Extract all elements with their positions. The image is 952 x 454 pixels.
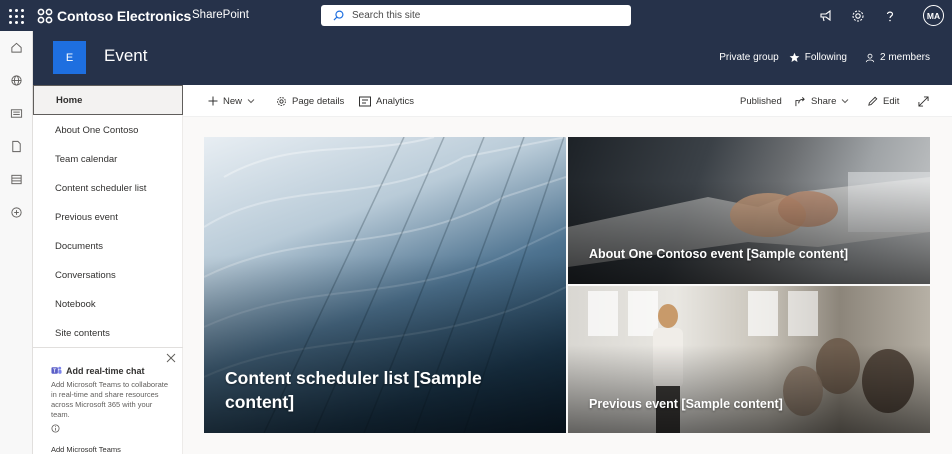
gear-icon[interactable]	[850, 8, 866, 24]
follow-label: Following	[804, 52, 847, 63]
search-input[interactable]	[352, 10, 602, 21]
share-icon	[795, 96, 805, 106]
nav-item-home[interactable]: Home	[33, 85, 183, 115]
add-teams-link[interactable]: Add Microsoft Teams	[51, 445, 179, 454]
site-title[interactable]: Event	[104, 46, 147, 66]
new-button[interactable]: New	[208, 85, 255, 117]
nav-item-content-scheduler-list[interactable]: Content scheduler list	[33, 173, 183, 203]
hero-tile[interactable]: About One Contoso event [Sample content]	[568, 137, 930, 284]
analytics-icon	[359, 96, 371, 106]
left-navigation: Home About One Contoso Team calendar Con…	[33, 85, 183, 454]
page-details-button[interactable]: Page details	[276, 85, 344, 117]
hero-tile[interactable]: Content scheduler list [Sample content]	[204, 137, 566, 433]
globe-icon[interactable]	[0, 64, 33, 97]
document-icon[interactable]	[0, 130, 33, 163]
hero-tile-caption[interactable]: Previous event [Sample content]	[589, 397, 783, 411]
search-icon	[333, 10, 344, 21]
chevron-down-icon	[247, 99, 255, 104]
brand-logo[interactable]: Contoso Electronics	[37, 5, 191, 27]
chat-card-title: Add real-time chat	[66, 365, 145, 376]
home-icon[interactable]	[0, 31, 33, 64]
hero-tile-caption[interactable]: About One Contoso event [Sample content]	[589, 247, 848, 261]
pencil-icon	[868, 96, 878, 106]
nav-divider	[33, 347, 183, 348]
app-launcher-icon[interactable]	[8, 8, 24, 24]
hero-tile[interactable]: Previous event [Sample content]	[568, 286, 930, 433]
brand-name: Contoso Electronics	[57, 8, 192, 24]
app-bar	[0, 31, 33, 454]
suite-bar: Contoso Electronics SharePoint MA	[0, 0, 952, 31]
hero-tile-caption[interactable]: Content scheduler list [Sample content]	[225, 366, 525, 414]
teams-chat-card: T Add real-time chat Add Microsoft Teams…	[51, 351, 179, 454]
nav-item-previous-event[interactable]: Previous event	[33, 202, 183, 232]
megaphone-icon[interactable]	[818, 8, 834, 24]
help-icon[interactable]	[882, 8, 898, 24]
add-circle-icon[interactable]	[0, 196, 33, 229]
nav-item-team-calendar[interactable]: Team calendar	[33, 144, 183, 174]
gear-icon	[277, 96, 286, 106]
analytics-button[interactable]: Analytics	[359, 85, 414, 117]
new-label: New	[223, 95, 243, 107]
share-button[interactable]: Share	[795, 85, 849, 117]
app-name[interactable]: SharePoint	[192, 9, 249, 21]
news-icon[interactable]	[0, 97, 33, 130]
expand-button[interactable]	[918, 85, 929, 117]
published-status: Published	[740, 95, 782, 107]
follow-button[interactable]: Following	[789, 52, 847, 63]
avatar[interactable]: MA	[923, 5, 944, 26]
nav-item-site-contents[interactable]: Site contents	[33, 318, 183, 348]
nav-item-documents[interactable]: Documents	[33, 231, 183, 261]
privacy-label: Private group	[719, 52, 779, 63]
members-label: 2 members	[879, 52, 930, 63]
nav-item-notebook[interactable]: Notebook	[33, 289, 183, 319]
add-icon	[208, 96, 218, 106]
expand-icon	[918, 95, 929, 107]
page-details-label: Page details	[292, 95, 345, 107]
nav-item-about-one-contoso[interactable]: About One Contoso	[33, 115, 183, 145]
star-icon	[789, 52, 800, 62]
chevron-down-icon	[842, 99, 849, 104]
chat-card-description: Add Microsoft Teams to collaborate in re…	[51, 380, 169, 419]
command-bar: New Page details Analytics Published Sha…	[183, 85, 952, 117]
members-button[interactable]: 2 members	[865, 52, 930, 63]
share-label: Share	[811, 95, 837, 107]
person-icon	[865, 53, 875, 62]
search-box[interactable]	[321, 5, 631, 26]
info-icon[interactable]	[51, 424, 60, 433]
edit-button[interactable]: Edit	[867, 85, 899, 117]
teams-icon: T	[51, 366, 62, 374]
analytics-label: Analytics	[376, 95, 415, 107]
edit-label: Edit	[883, 95, 900, 107]
tile-shade	[568, 344, 930, 433]
tile-shade	[568, 181, 930, 284]
list-icon[interactable]	[0, 163, 33, 196]
nav-item-conversations[interactable]: Conversations	[33, 260, 183, 290]
site-logo[interactable]: E	[53, 41, 86, 74]
contoso-logo-icon	[37, 8, 53, 24]
site-header: E Event Private group Following 2 member…	[33, 31, 952, 85]
